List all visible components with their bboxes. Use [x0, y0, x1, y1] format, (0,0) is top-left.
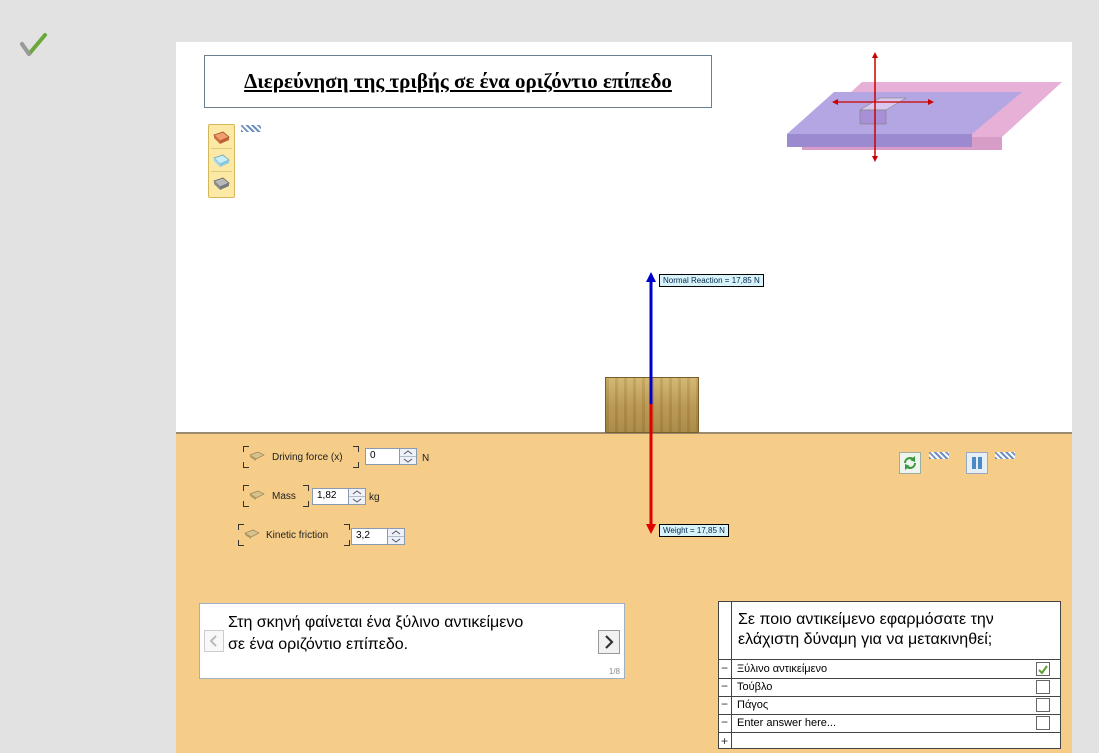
- spin-down-icon[interactable]: [388, 537, 404, 544]
- driving-force-label: Driving force (x): [272, 452, 343, 463]
- kinetic-friction-frame: Kinetic friction: [237, 523, 351, 547]
- pause-icon: [972, 457, 982, 469]
- add-answer-button[interactable]: +: [721, 734, 728, 748]
- weight-label: Weight = 17,85 N: [659, 524, 729, 537]
- remove-answer-button[interactable]: −: [721, 662, 728, 674]
- normal-reaction-label: Normal Reaction = 17,85 N: [659, 274, 764, 287]
- answer-checkbox[interactable]: [1036, 698, 1050, 712]
- title-box: Διερεύνηση της τριβής σε ένα οριζόντιο ε…: [204, 55, 712, 108]
- prev-button[interactable]: [204, 630, 224, 652]
- question-text: Σε ποιο αντικείμενο εφαρμόσατε την ελάχι…: [738, 611, 994, 648]
- brick-icon: [249, 451, 265, 461]
- answer-checkbox[interactable]: [1036, 680, 1050, 694]
- force-diagram-thumbnail: [787, 52, 1062, 162]
- ice-icon[interactable]: [211, 150, 232, 172]
- chevron-right-icon: [605, 635, 614, 649]
- answer-checkbox[interactable]: [1036, 716, 1050, 730]
- spin-down-icon[interactable]: [400, 457, 416, 464]
- pause-button[interactable]: [966, 452, 988, 474]
- hatch-marker: [995, 452, 1015, 459]
- spin-up-icon[interactable]: [349, 489, 365, 497]
- driving-force-stepper[interactable]: [399, 449, 416, 464]
- spin-up-icon[interactable]: [400, 449, 416, 457]
- remove-answer-button[interactable]: −: [721, 698, 728, 710]
- weight-arrow: [646, 404, 656, 534]
- stone-icon[interactable]: [211, 173, 232, 194]
- normal-reaction-arrow: [646, 272, 656, 406]
- kinetic-friction-input[interactable]: 3,2: [351, 528, 405, 545]
- hatch-marker: [241, 125, 261, 132]
- answer-row[interactable]: − Πάγος: [719, 696, 1060, 715]
- answer-row[interactable]: − Enter answer here...: [719, 714, 1060, 733]
- mass-frame: Mass: [242, 484, 310, 508]
- page-title: Διερεύνηση της τριβής σε ένα οριζόντιο ε…: [244, 69, 672, 93]
- driving-force-frame: Driving force (x): [242, 445, 360, 469]
- next-button[interactable]: [598, 630, 620, 654]
- material-palette: [208, 124, 235, 198]
- page-counter: 1/8: [608, 667, 620, 676]
- kinetic-friction-stepper[interactable]: [387, 529, 404, 544]
- answer-row[interactable]: − Τούβλο: [719, 678, 1060, 697]
- brick-icon[interactable]: [211, 127, 232, 149]
- kinetic-friction-label: Kinetic friction: [266, 530, 329, 541]
- mass-unit: kg: [369, 492, 380, 503]
- reset-button[interactable]: [899, 452, 921, 474]
- answer-input[interactable]: Enter answer here...: [737, 717, 836, 729]
- remove-answer-button[interactable]: −: [721, 716, 728, 728]
- question-panel: Σε ποιο αντικείμενο εφαρμόσατε την ελάχι…: [718, 601, 1061, 749]
- mass-stepper[interactable]: [348, 489, 365, 504]
- driving-force-input[interactable]: 0: [365, 448, 417, 465]
- mass-label: Mass: [272, 491, 296, 502]
- chevron-left-icon: [209, 635, 217, 647]
- driving-force-unit: N: [422, 453, 430, 464]
- mass-input[interactable]: 1,82: [312, 488, 366, 505]
- hatch-marker: [929, 452, 949, 459]
- instruction-panel: Στη σκηνή φαίνεται ένα ξύλινο αντικείμεν…: [199, 603, 625, 679]
- brick-icon: [249, 490, 265, 500]
- answer-checkbox[interactable]: [1036, 662, 1050, 676]
- spin-up-icon[interactable]: [388, 529, 404, 537]
- refresh-icon: [904, 456, 916, 470]
- instruction-text: Στη σκηνή φαίνεται ένα ξύλινο αντικείμεν…: [228, 614, 524, 653]
- check-icon: [1038, 665, 1048, 675]
- answer-row[interactable]: − Ξύλινο αντικείμενο: [719, 660, 1060, 679]
- spin-down-icon[interactable]: [349, 497, 365, 504]
- remove-answer-button[interactable]: −: [721, 680, 728, 692]
- simulation-stage: Διερεύνηση της τριβής σε ένα οριζόντιο ε…: [176, 42, 1072, 753]
- brick-icon: [244, 529, 260, 539]
- green-check-icon[interactable]: [18, 30, 48, 60]
